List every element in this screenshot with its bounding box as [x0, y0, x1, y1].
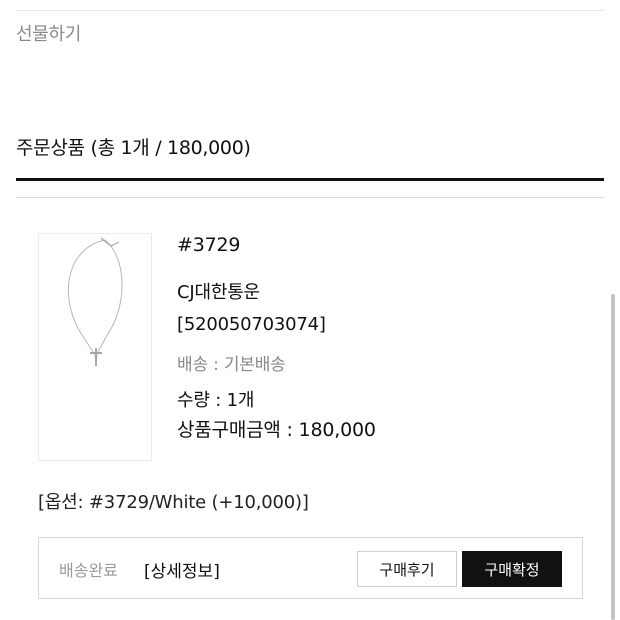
- necklace-icon: [67, 237, 123, 366]
- heading-underline: [16, 178, 604, 181]
- product-name[interactable]: #3729: [177, 234, 240, 256]
- product-thumbnail[interactable]: [38, 233, 152, 461]
- order-items-heading: 주문상품 (총 1개 / 180,000): [16, 137, 251, 159]
- scrollbar[interactable]: [611, 294, 615, 620]
- section-divider: [16, 197, 604, 198]
- option-info: [옵션: #3729/White (+10,000)]: [38, 492, 309, 513]
- detail-info-link[interactable]: [상세정보]: [144, 557, 220, 582]
- purchase-amount: 상품구매금액 : 180,000: [177, 419, 376, 441]
- gift-link[interactable]: 선물하기: [16, 20, 81, 46]
- quantity: 수량 : 1개: [177, 390, 255, 411]
- confirm-purchase-button[interactable]: 구매확정: [462, 551, 562, 587]
- shipping-method: 배송 : 기본배송: [177, 355, 286, 375]
- top-divider: [16, 10, 604, 11]
- order-action-bar: 배송완료 [상세정보] 구매후기 구매확정: [38, 537, 583, 599]
- tracking-number[interactable]: [520050703074]: [177, 314, 326, 335]
- shipping-carrier: CJ대한통운: [177, 282, 260, 303]
- delivery-status: 배송완료: [59, 561, 118, 580]
- write-review-button[interactable]: 구매후기: [357, 551, 457, 587]
